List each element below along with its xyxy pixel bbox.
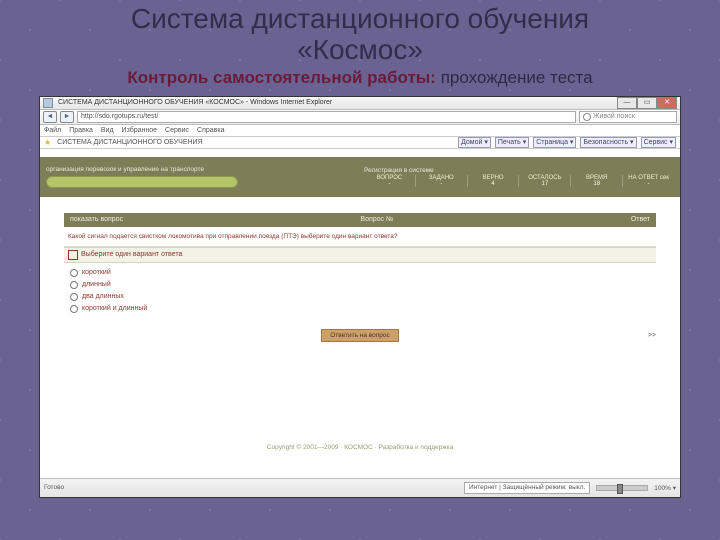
nav-back-button[interactable]: ◄ [43, 111, 57, 123]
cmd-tools[interactable]: Сервис ▾ [641, 137, 676, 148]
bookmark-bar: ★ СИСТЕМА ДИСТАНЦИОННОГО ОБУЧЕНИЯ Домой … [40, 137, 680, 149]
submit-answer-button[interactable]: Ответить на вопрос [321, 329, 399, 342]
maximize-button[interactable]: ▭ [637, 97, 657, 109]
checkbox-icon [68, 250, 78, 260]
question-panel: показать вопрос Вопрос № Ответ Какой сиг… [64, 213, 656, 342]
zoom-level[interactable]: 100% ▾ [654, 484, 676, 492]
address-bar-row: ◄ ► http://sdo.rgotups.ru/test/ Живой по… [40, 110, 680, 125]
cmd-safety[interactable]: Безопасность ▾ [580, 137, 636, 148]
minimize-button[interactable]: — [617, 97, 637, 109]
zoom-slider[interactable] [596, 485, 648, 491]
status-text: Готово [44, 484, 64, 491]
menu-item[interactable]: Справка [197, 127, 224, 134]
option-row[interactable]: короткий [70, 267, 650, 279]
cmd-page[interactable]: Страница ▾ [533, 137, 576, 148]
option-row[interactable]: два длинных [70, 291, 650, 303]
status-bar: Готово Интернет | Защищённый режим: выкл… [40, 478, 680, 497]
security-zone[interactable]: Интернет | Защищённый режим: выкл. [464, 482, 590, 494]
command-bar: Домой ▾ Печать ▾ Страница ▾ Безопасность… [458, 136, 676, 148]
close-button[interactable]: ✕ [657, 97, 677, 109]
options-list: короткий длинный два длинных короткий и … [64, 263, 656, 319]
bookmark-item[interactable]: СИСТЕМА ДИСТАНЦИОННОГО ОБУЧЕНИЯ [57, 139, 202, 146]
window-titlebar: СИСТЕМА ДИСТАНЦИОННОГО ОБУЧЕНИЯ «КОСМОС»… [40, 97, 680, 110]
question-text: Какой сигнал подается свистком локомотив… [64, 227, 656, 247]
menu-item[interactable]: Сервис [165, 127, 189, 134]
discipline-button[interactable] [46, 176, 238, 188]
option-radio[interactable] [70, 293, 78, 301]
menu-item[interactable]: Файл [44, 127, 61, 134]
search-icon [583, 113, 591, 121]
cmd-print[interactable]: Печать ▾ [495, 137, 529, 148]
question-number-label: Вопрос № [360, 216, 393, 223]
answer-label: Ответ [631, 216, 650, 223]
menu-bar: Файл Правка Вид Избранное Сервис Справка [40, 125, 680, 137]
breadcrumb: организация перевозок и управление на тр… [46, 166, 352, 173]
stats-row: ВОПРОС- ЗАДАНО- ВЕРНО4 ОСТАЛОСЬ17 ВРЕМЯ1… [364, 175, 674, 187]
page-footer: Copyright © 2001—2009 · КОСМОС · Разрабо… [64, 444, 656, 451]
cmd-home[interactable]: Домой ▾ [458, 137, 491, 148]
show-question-label: показать вопрос [70, 216, 123, 223]
option-radio[interactable] [70, 281, 78, 289]
nav-forward-button[interactable]: ► [60, 111, 74, 123]
option-radio[interactable] [70, 305, 78, 313]
menu-item[interactable]: Правка [69, 127, 93, 134]
slide-subtitle: Контроль самостоятельной работы: прохожд… [0, 68, 720, 88]
registration-label: Регистрация в системе [364, 167, 674, 174]
option-row[interactable]: короткий и длинный [70, 303, 650, 315]
choices-instruction: Выберите один вариант ответа [64, 247, 656, 263]
menu-item[interactable]: Избранное [122, 127, 157, 134]
favorite-icon[interactable]: ★ [44, 138, 51, 147]
window-title: СИСТЕМА ДИСТАНЦИОННОГО ОБУЧЕНИЯ «КОСМОС»… [55, 99, 615, 106]
url-input[interactable]: http://sdo.rgotups.ru/test/ [77, 111, 576, 123]
slide-title: Система дистанционного обучения «Космос» [0, 0, 720, 66]
app-icon [43, 98, 53, 108]
browser-window: СИСТЕМА ДИСТАНЦИОННОГО ОБУЧЕНИЯ «КОСМОС»… [39, 96, 681, 498]
next-button[interactable]: >> [648, 332, 656, 339]
question-header: показать вопрос Вопрос № Ответ [64, 213, 656, 227]
test-header: организация перевозок и управление на тр… [40, 157, 680, 197]
option-radio[interactable] [70, 269, 78, 277]
page-content: организация перевозок и управление на тр… [40, 157, 680, 477]
option-row[interactable]: длинный [70, 279, 650, 291]
menu-item[interactable]: Вид [101, 127, 114, 134]
search-input[interactable]: Живой поиск [579, 111, 677, 123]
